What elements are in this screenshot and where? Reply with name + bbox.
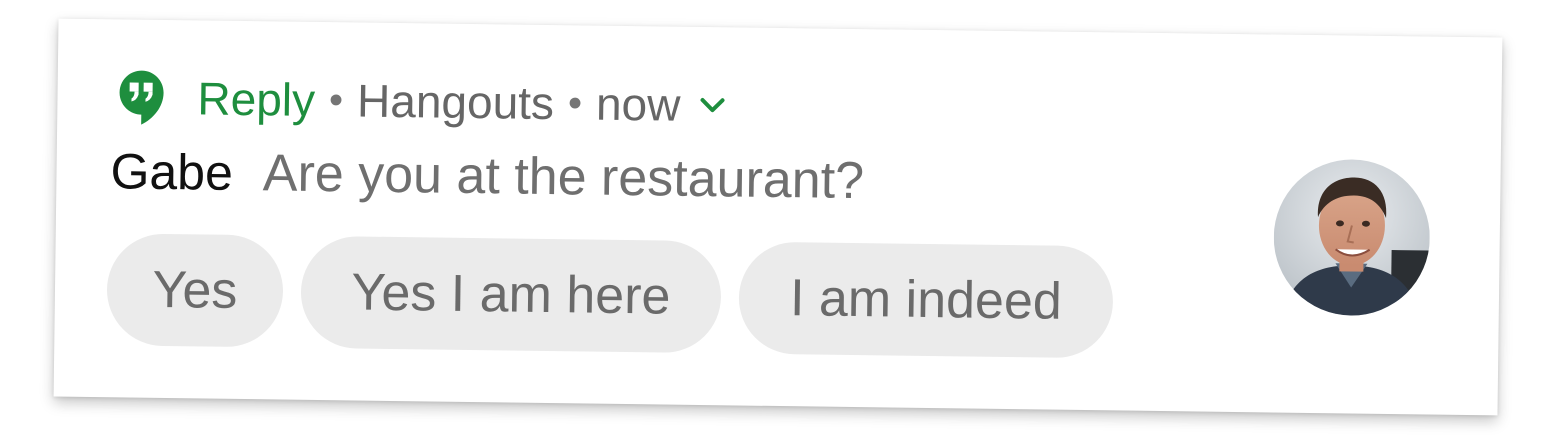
timestamp: now bbox=[595, 77, 681, 131]
notification-header: Reply • Hangouts • now bbox=[117, 67, 727, 135]
smart-replies: Yes Yes I am here I am indeed bbox=[106, 233, 1114, 359]
notification-card[interactable]: Reply • Hangouts • now Gabe Are you at t… bbox=[53, 18, 1503, 416]
message-text: Are you at the restaurant? bbox=[262, 144, 865, 211]
source-app: Hangouts bbox=[356, 74, 555, 130]
hangouts-quote-icon bbox=[117, 68, 166, 127]
sender-name: Gabe bbox=[110, 143, 234, 201]
notification-content: Gabe Are you at the restaurant? bbox=[110, 141, 864, 211]
contact-avatar bbox=[1272, 158, 1431, 317]
reply-chip-yes-i-am-here[interactable]: Yes I am here bbox=[300, 235, 722, 354]
header-separator: • bbox=[567, 80, 583, 125]
header-separator: • bbox=[328, 77, 344, 122]
reply-chip-yes[interactable]: Yes bbox=[106, 233, 284, 348]
app-name: Reply bbox=[197, 72, 316, 126]
reply-chip-i-am-indeed[interactable]: I am indeed bbox=[738, 241, 1114, 359]
chevron-down-icon[interactable] bbox=[698, 95, 726, 115]
